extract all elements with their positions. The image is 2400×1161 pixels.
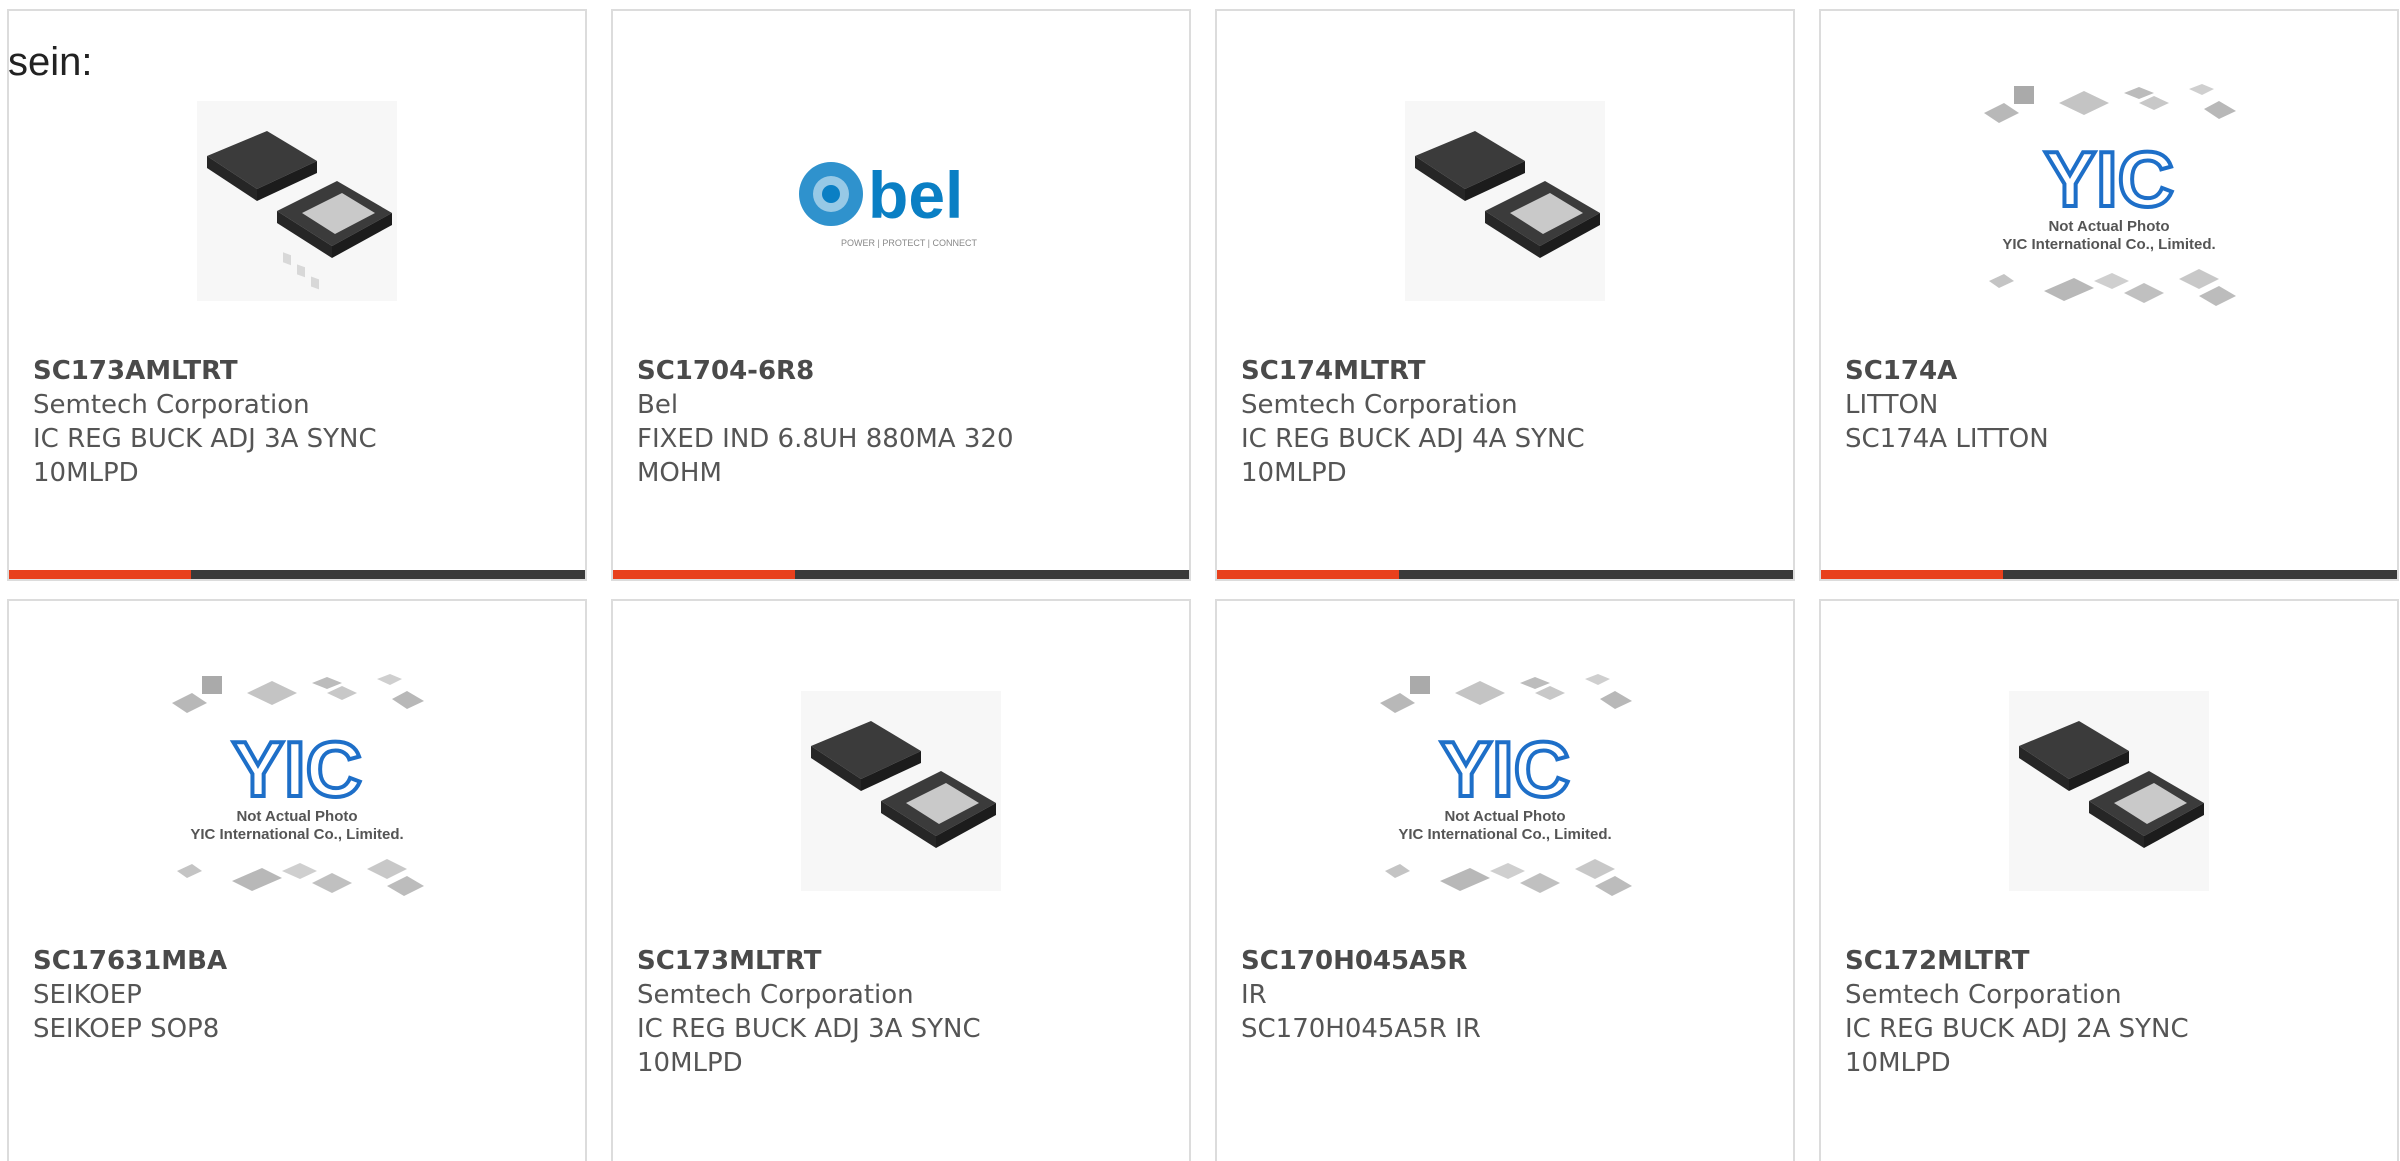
svg-text:YIC: YIC xyxy=(2044,135,2174,223)
part-number[interactable]: SC170H045A5R xyxy=(1241,944,1661,978)
svg-text:YIC: YIC xyxy=(1440,725,1570,813)
manufacturer: LITTON xyxy=(1845,390,1939,420)
product-image xyxy=(613,661,1189,921)
card-accent-bar xyxy=(9,570,585,579)
qfn-chip-icon xyxy=(2009,691,2209,891)
product-card[interactable]: YIC Not Actual Photo YIC International C… xyxy=(1819,9,2399,581)
part-number[interactable]: SC172MLTRT xyxy=(1845,944,2265,978)
part-number[interactable]: SC17631MBA xyxy=(33,944,453,978)
product-image: bel POWER | PROTECT | CONNECT xyxy=(613,71,1189,331)
product-card[interactable]: bel POWER | PROTECT | CONNECT SC1704-6R8… xyxy=(611,9,1191,581)
card-accent-bar xyxy=(613,570,1189,579)
product-card[interactable]: SC174MLTRT Semtech Corporation IC REG BU… xyxy=(1215,9,1795,581)
description: SEIKOEP SOP8 xyxy=(33,1014,220,1044)
product-info: SC172MLTRT Semtech Corporation IC REG BU… xyxy=(1845,944,2265,1080)
product-card[interactable]: SC173MLTRT Semtech Corporation IC REG BU… xyxy=(611,599,1191,1161)
description: IC REG BUCK ADJ 2A SYNC 10MLPD xyxy=(1845,1014,2189,1078)
product-image: YIC Not Actual Photo YIC International C… xyxy=(1217,661,1793,921)
product-info: SC17631MBA SEIKOEP SEIKOEP SOP8 xyxy=(33,944,453,1046)
product-info: SC174A LITTON SC174A LITTON xyxy=(1845,354,2265,456)
bel-logo-icon: bel POWER | PROTECT | CONNECT xyxy=(799,158,978,248)
manufacturer: IR xyxy=(1241,980,1267,1010)
svg-text:bel: bel xyxy=(868,158,963,232)
product-card[interactable]: YIC Not Actual Photo YIC International C… xyxy=(1215,599,1795,1161)
manufacturer: Semtech Corporation xyxy=(637,980,914,1010)
product-info: SC173MLTRT Semtech Corporation IC REG BU… xyxy=(637,944,1057,1080)
part-number[interactable]: SC174MLTRT xyxy=(1241,354,1661,388)
svg-text:YIC International Co., Limited: YIC International Co., Limited. xyxy=(2002,236,2215,253)
product-image: YIC Not Actual Photo YIC International C… xyxy=(1821,71,2397,331)
svg-text:YIC International Co., Limited: YIC International Co., Limited. xyxy=(190,826,403,843)
product-card[interactable]: SC173AMLTRT Semtech Corporation IC REG B… xyxy=(7,9,587,581)
product-card[interactable]: YIC Not Actual Photo YIC International C… xyxy=(7,599,587,1161)
manufacturer: Semtech Corporation xyxy=(1241,390,1518,420)
part-number[interactable]: SC174A xyxy=(1845,354,2265,388)
product-grid-page: sein: SC173AMLTRT Semtech Corporation IC… xyxy=(0,0,2400,1161)
card-accent-bar xyxy=(1821,570,2397,579)
product-info: SC173AMLTRT Semtech Corporation IC REG B… xyxy=(33,354,453,490)
product-image: YIC Not Actual Photo YIC International C… xyxy=(9,661,585,921)
yic-placeholder-icon: YIC Not Actual Photo YIC International C… xyxy=(1984,84,2236,306)
card-accent-bar xyxy=(1217,570,1793,579)
description: FIXED IND 6.8UH 880MA 320 MOHM xyxy=(637,424,1014,488)
description: SC174A LITTON xyxy=(1845,424,2049,454)
qfn-chip-icon xyxy=(1405,101,1605,301)
part-number[interactable]: SC173AMLTRT xyxy=(33,354,453,388)
svg-text:YIC International Co., Limited: YIC International Co., Limited. xyxy=(1398,826,1611,843)
svg-text:Not Actual Photo: Not Actual Photo xyxy=(1444,808,1565,825)
product-image xyxy=(1821,661,2397,921)
part-number[interactable]: SC1704-6R8 xyxy=(637,354,1057,388)
manufacturer: Bel xyxy=(637,390,679,420)
manufacturer: SEIKOEP xyxy=(33,980,142,1010)
product-info: SC170H045A5R IR SC170H045A5R IR xyxy=(1241,944,1661,1046)
product-info: SC174MLTRT Semtech Corporation IC REG BU… xyxy=(1241,354,1661,490)
yic-placeholder-icon: YIC Not Actual Photo YIC International C… xyxy=(1380,674,1632,896)
svg-text:YIC: YIC xyxy=(232,725,362,813)
qfn-chip-icon xyxy=(801,691,1001,891)
description: IC REG BUCK ADJ 3A SYNC 10MLPD xyxy=(33,424,377,488)
svg-text:POWER | PROTECT | CONNECT: POWER | PROTECT | CONNECT xyxy=(841,238,978,248)
product-image xyxy=(1217,71,1793,331)
manufacturer: Semtech Corporation xyxy=(33,390,310,420)
description: IC REG BUCK ADJ 4A SYNC 10MLPD xyxy=(1241,424,1585,488)
part-number[interactable]: SC173MLTRT xyxy=(637,944,1057,978)
description: IC REG BUCK ADJ 3A SYNC 10MLPD xyxy=(637,1014,981,1078)
product-image xyxy=(9,71,585,331)
svg-text:Not Actual Photo: Not Actual Photo xyxy=(236,808,357,825)
yic-placeholder-icon: YIC Not Actual Photo YIC International C… xyxy=(172,674,424,896)
manufacturer: Semtech Corporation xyxy=(1845,980,2122,1010)
qfn-chip-icon xyxy=(197,101,397,301)
heading-fragment: sein: xyxy=(8,40,93,84)
product-info: SC1704-6R8 Bel FIXED IND 6.8UH 880MA 320… xyxy=(637,354,1057,490)
description: SC170H045A5R IR xyxy=(1241,1014,1481,1044)
svg-text:Not Actual Photo: Not Actual Photo xyxy=(2048,218,2169,235)
product-card[interactable]: SC172MLTRT Semtech Corporation IC REG BU… xyxy=(1819,599,2399,1161)
